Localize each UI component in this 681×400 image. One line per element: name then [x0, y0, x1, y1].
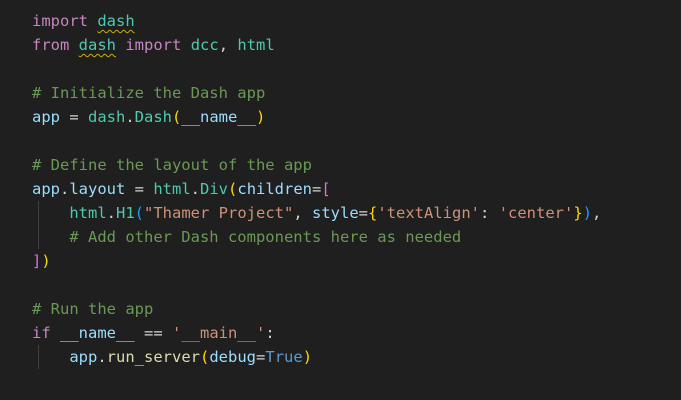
code-token: style — [312, 204, 359, 222]
code-token: dash — [88, 108, 126, 126]
code-token: '__main__' — [172, 324, 266, 342]
code-token: dash — [78, 36, 116, 54]
code-token: # Initialize the Dash app — [32, 84, 266, 102]
code-token: ( — [200, 348, 210, 366]
code-token: app — [69, 348, 98, 366]
code-line[interactable]: # Add other Dash components here as need… — [32, 225, 461, 249]
code-line[interactable]: # Define the layout of the app — [32, 153, 312, 177]
code-token: "Thamer Project" — [144, 204, 294, 222]
code-token: # Run the app — [32, 300, 154, 318]
code-token: if — [32, 324, 51, 342]
code-token: = — [358, 204, 369, 222]
code-token: __name__ — [60, 324, 135, 342]
code-line[interactable]: ]) — [32, 249, 51, 273]
code-token: html — [69, 204, 107, 222]
code-token: = — [312, 180, 322, 198]
code-token: . — [97, 348, 107, 366]
code-line[interactable]: if __name__ == '__main__': — [32, 321, 275, 345]
code-line[interactable]: from dash import dcc, html — [32, 33, 275, 57]
code-line[interactable]: # Initialize the Dash app — [32, 81, 265, 105]
code-token: , — [218, 36, 238, 54]
code-token: : — [480, 204, 499, 222]
code-token: html — [237, 36, 275, 54]
code-token: . — [190, 180, 201, 198]
code-editor[interactable]: import dash from dash import dcc, html # I… — [0, 0, 681, 400]
code-token: { — [368, 204, 378, 222]
code-token: = — [125, 180, 154, 198]
code-token: , — [592, 204, 602, 222]
code-token: app — [32, 108, 60, 126]
code-token: ) — [582, 204, 593, 222]
code-token: [ — [321, 180, 331, 198]
code-token: __name__ — [181, 108, 256, 126]
code-line[interactable]: app = dash.Dash(__name__) — [32, 105, 265, 129]
code-token: : — [265, 324, 275, 342]
code-token: ( — [134, 204, 145, 222]
code-token: == — [134, 324, 172, 342]
code-token: = — [60, 108, 88, 126]
code-token: html — [153, 180, 191, 198]
code-token: ] — [32, 252, 42, 270]
code-token: app — [32, 180, 60, 198]
code-line[interactable]: import dash — [32, 9, 135, 33]
code-line[interactable]: html.H1("Thamer Project", style={'textAl… — [32, 201, 601, 225]
code-token: dcc — [190, 36, 219, 54]
code-token: Div — [200, 180, 229, 198]
code-line[interactable]: # Run the app — [32, 297, 153, 321]
code-token: } — [573, 204, 583, 222]
code-token: layout — [69, 180, 126, 198]
code-token: from — [32, 36, 70, 54]
code-token: Dash — [134, 108, 172, 126]
code-token: . — [106, 204, 116, 222]
code-line[interactable]: app.run_server(debug=True) — [32, 345, 312, 369]
code-token: True — [265, 348, 303, 366]
code-token: run_server — [106, 348, 200, 366]
code-token: . — [125, 108, 135, 126]
code-token: dash — [97, 12, 135, 30]
code-token: ) — [302, 348, 313, 366]
code-token: ) — [256, 108, 266, 126]
code-token: , — [293, 204, 312, 222]
code-token: = — [256, 348, 266, 366]
code-token: H1 — [116, 204, 135, 222]
code-token: ( — [172, 108, 182, 126]
code-token: ) — [41, 252, 51, 270]
code-token: # Define the layout of the app — [32, 156, 312, 174]
code-token: children — [237, 180, 313, 198]
code-token: import — [125, 36, 182, 54]
code-token: # Add other Dash components here as need… — [69, 228, 462, 246]
code-token: 'textAlign' — [377, 204, 481, 222]
code-token: ( — [228, 180, 238, 198]
code-token: import — [32, 12, 88, 30]
code-line[interactable]: app.layout = html.Div(children=[ — [32, 177, 331, 201]
code-token: debug — [209, 348, 257, 366]
code-token: 'center' — [498, 204, 574, 222]
code-token: . — [60, 180, 70, 198]
